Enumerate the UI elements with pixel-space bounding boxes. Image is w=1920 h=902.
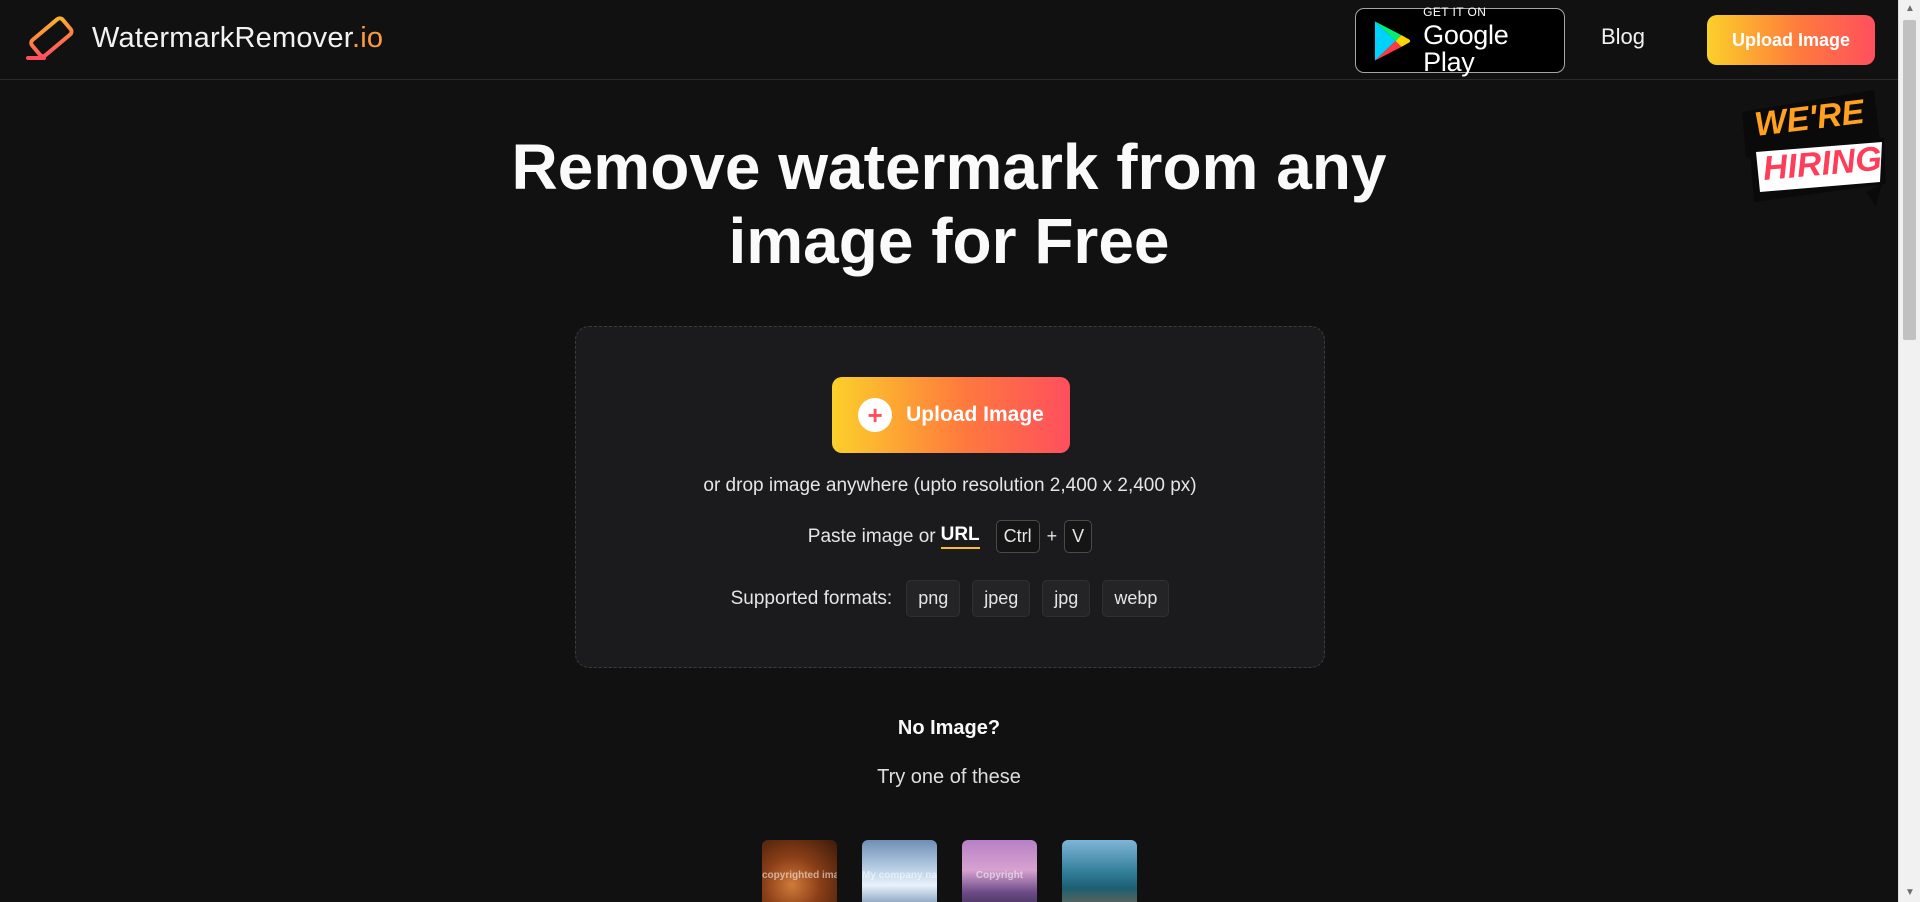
logo[interactable]: WatermarkRemover.io [24,14,383,62]
scroll-up-arrow-icon[interactable]: ▲ [1899,0,1920,18]
google-play-small-text: GET IT ON [1423,4,1487,19]
key-ctrl: Ctrl [995,520,1040,553]
scrollbar-thumb[interactable] [1903,20,1916,340]
paste-text: Paste image or [807,525,936,547]
sample-image-sunset[interactable]: Copyright [962,840,1037,902]
sample-watermark: Copyright [975,870,1024,881]
format-badge-png: png [906,580,961,617]
drop-hint: or drop image anywhere (upto resolution … [703,475,1197,496]
sample-images: copyrighted image My company na Copyrigh… [762,840,1137,902]
google-play-button[interactable]: GET IT ON Google Play [1355,4,1565,77]
try-samples-text: Try one of these [877,766,1021,788]
logo-tld: .io [351,21,384,54]
page-title: Remove watermark from any image for Free [0,130,1898,278]
logo-name: WatermarkRemover [92,21,352,54]
page-title-line2: image for Free [728,205,1170,277]
paste-row: Paste image or URL Ctrl + V [576,520,1324,553]
page-scrollbar[interactable]: ▲ ▼ [1898,0,1920,902]
upload-image-label: Upload Image [906,403,1044,426]
sample-image-pier[interactable] [1062,840,1137,902]
sample-watermark: copyrighted image [762,870,837,881]
plus-icon: + [858,398,893,432]
eraser-logo-icon [26,16,74,60]
key-plus: + [1046,526,1058,546]
supported-formats: Supported formats: png jpeg jpg webp [576,580,1324,617]
format-badge-jpg: jpg [1042,580,1091,617]
header-upload-button[interactable]: Upload Image [1707,15,1875,65]
scroll-down-arrow-icon[interactable]: ▼ [1899,884,1920,902]
url-link[interactable]: URL [940,524,980,549]
key-v: V [1064,520,1093,553]
sample-image-dog[interactable]: copyrighted image [762,840,837,902]
format-badge-jpeg: jpeg [972,580,1031,617]
nav-blog-link[interactable]: Blog [1601,24,1645,50]
page-title-line1: Remove watermark from any [511,131,1387,203]
formats-label: Supported formats: [730,587,893,609]
site-header: WatermarkRemover.io GET IT ON Google Pla… [0,0,1898,80]
sample-watermark: My company na [862,870,937,881]
no-image-heading: No Image? [897,717,1001,739]
google-play-big-text: Google Play [1423,19,1509,77]
upload-dropzone[interactable]: + Upload Image or drop image anywhere (u… [575,326,1325,668]
format-badge-webp: webp [1102,580,1170,617]
sample-image-glacier[interactable]: My company na [862,840,937,902]
upload-image-button[interactable]: + Upload Image [832,377,1070,453]
google-play-icon [1374,20,1411,61]
